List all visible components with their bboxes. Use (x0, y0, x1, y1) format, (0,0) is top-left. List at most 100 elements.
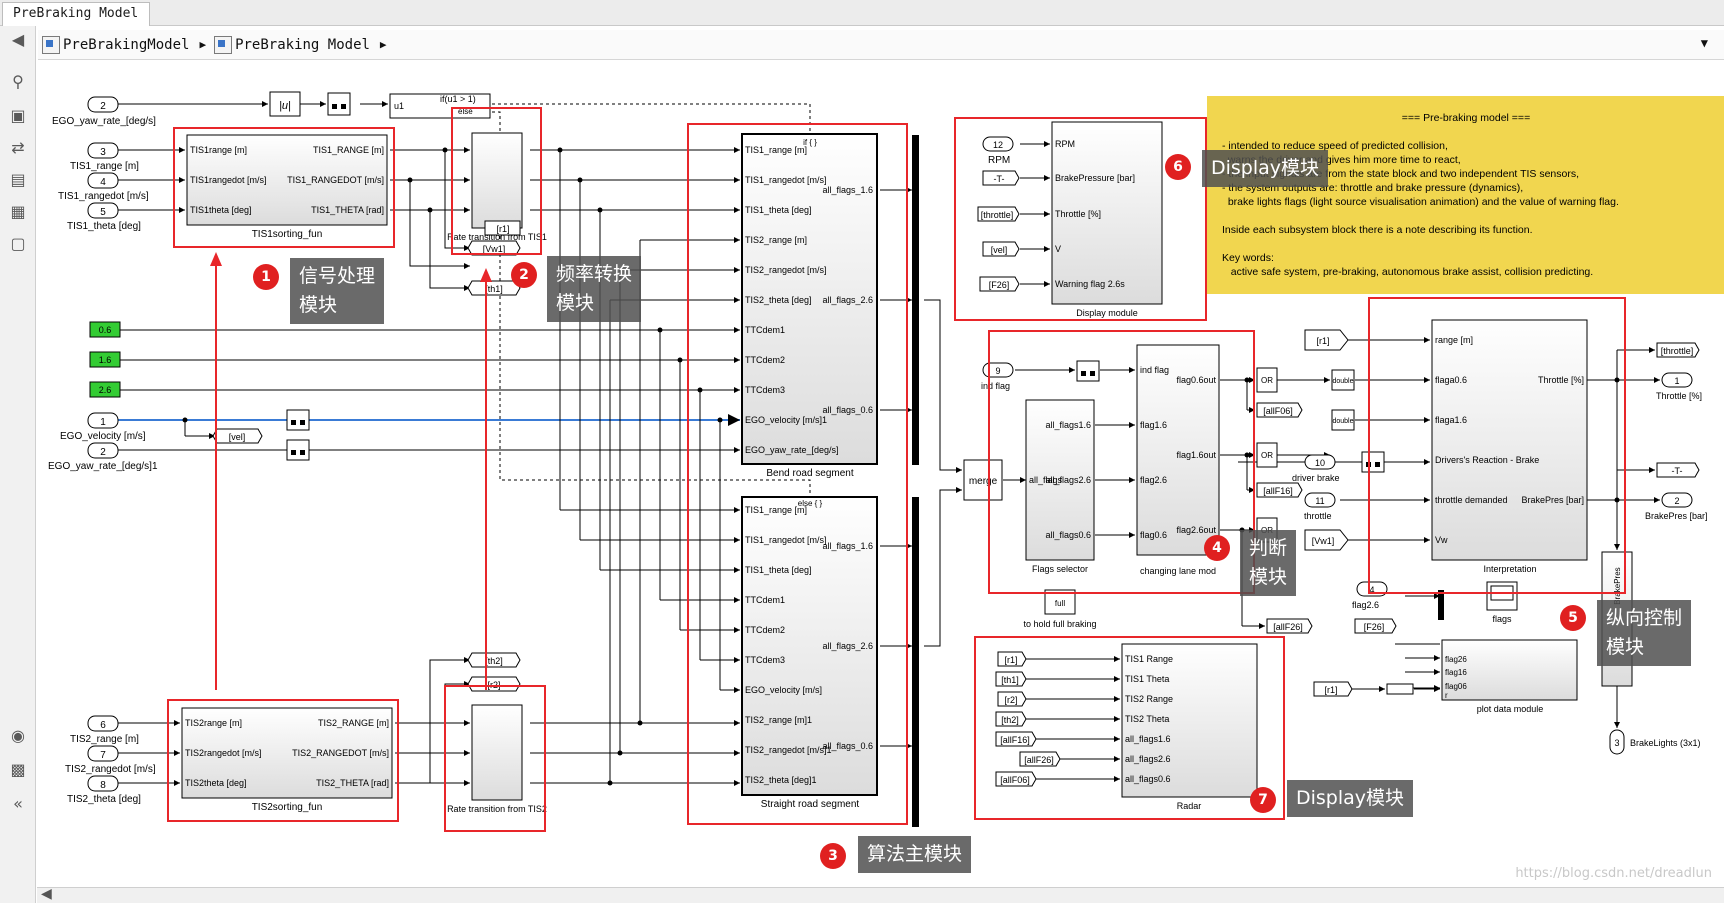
constant-1-6[interactable]: 1.6 (89, 351, 121, 368)
from-vw1[interactable]: [Vw1] (1304, 529, 1349, 551)
annotation-display-bottom: Display模块 (1287, 780, 1414, 817)
svg-text:[F26]: [F26] (1364, 622, 1385, 632)
goto-th1[interactable]: [th1] (467, 280, 521, 296)
inport-driver-brake[interactable]: 10 driver brake (1292, 454, 1340, 483)
area-icon[interactable]: ▢ (8, 234, 28, 254)
goto-t-out[interactable]: -T- (1656, 462, 1700, 478)
collapse-icon[interactable]: « (8, 794, 28, 814)
goto-allf26[interactable]: [allF26] (1266, 618, 1313, 634)
svg-text:[th2]: [th2] (485, 656, 503, 666)
goto-allf16[interactable]: [allF16] (1256, 482, 1303, 498)
svg-text:[throttle]: [throttle] (1661, 346, 1694, 356)
svg-text:TIS2_theta [deg]: TIS2_theta [deg] (67, 794, 141, 805)
goto-th2[interactable]: [th2] (467, 652, 521, 668)
chevron-right-icon: ▶ (199, 38, 207, 51)
outport-throttle[interactable]: 1 Throttle [%] (1656, 372, 1702, 401)
inport-ego-yaw-2[interactable]: 2 EGO_yaw_rate_[deg/s]1 (48, 442, 158, 472)
plot-data-module[interactable]: flag26 flag16 flag06 r plot data module (1441, 639, 1578, 714)
outport-brakepres[interactable]: 2 BrakePres [bar] (1645, 492, 1708, 521)
left-toolbar: ◀ ⚲ ▣ ⇄ ▤ ▦ ▢ ◉ ▩ « (0, 26, 36, 903)
chevron-right-icon: ▶ (379, 38, 387, 51)
annotation-icon[interactable]: ▤ (8, 170, 28, 190)
svg-text:Inside each subsystem block th: Inside each subsystem block there is a n… (1222, 224, 1533, 236)
inport-tis1-rangedot[interactable]: 4 TIS1_rangedot [m/s] (58, 172, 149, 202)
breadcrumb: PreBrakingModel ▶ PreBraking Model ▶ ▼ (38, 30, 1724, 60)
inport-tis2-theta[interactable]: 8 TIS2_theta [deg] (67, 775, 141, 805)
back-arrow-icon[interactable]: ◀ (8, 30, 28, 50)
annotation-algorithm: 算法主模块 (858, 836, 972, 873)
chevron-left-icon[interactable]: ◀ (41, 886, 52, 902)
bus-bar-bend (912, 135, 919, 465)
inport-ego-yaw-1[interactable]: 2 EGO_yaw_rate_[deg/s] (52, 96, 156, 127)
svg-text:flag2.6: flag2.6 (1352, 600, 1379, 610)
rate-icon-vel[interactable] (286, 409, 310, 431)
zoom-icon[interactable]: ⚲ (8, 72, 28, 92)
from-r1-plot[interactable]: [r1] (1313, 681, 1353, 697)
camera-icon[interactable]: ◉ (8, 726, 28, 746)
inport-ego-velocity[interactable]: 1 EGO_velocity [m/s] (60, 412, 146, 442)
svg-text:to hold full braking: to hold full braking (1023, 619, 1096, 629)
svg-text:=== Pre-braking model ===: === Pre-braking model === (1402, 112, 1530, 124)
rate-icon-small[interactable] (327, 92, 351, 116)
goto-allf06[interactable]: [allF06] (1256, 402, 1303, 418)
svg-text:flag26: flag26 (1445, 655, 1467, 664)
breadcrumb-item-model[interactable]: PreBraking Model (214, 35, 370, 54)
badge-2: 2 (511, 262, 537, 288)
svg-text:1: 1 (100, 417, 106, 428)
svg-text:[vel]: [vel] (229, 432, 246, 442)
svg-text:Throttle [%]: Throttle [%] (1656, 391, 1702, 401)
breadcrumb-item-root[interactable]: PreBrakingModel (42, 35, 190, 54)
annotation-rate-conversion: 频率转换 模块 (547, 256, 642, 322)
highlight-algorithm (687, 123, 908, 825)
goto-f26[interactable]: [F26] (1354, 618, 1397, 634)
svg-text:-T-: -T- (1672, 466, 1683, 476)
inport-tis2-rangedot[interactable]: 7 TIS2_rangedot [m/s] (65, 745, 156, 775)
outport-brakelights[interactable]: 3 BrakeLights (3x1) (1609, 729, 1701, 755)
image-icon[interactable]: ▦ (8, 202, 28, 222)
double-block-1[interactable]: double (1331, 369, 1355, 391)
fit-view-icon[interactable]: ▣ (8, 106, 28, 126)
or-block-1[interactable]: OR (1256, 367, 1278, 393)
svg-text:Key words:: Key words: (1222, 252, 1274, 264)
abs-block[interactable]: |u| (269, 91, 301, 117)
horizontal-scrollbar[interactable]: ◀ (37, 886, 1724, 903)
note-prebraking[interactable]: === Pre-braking model === - intended to … (1207, 96, 1724, 294)
rate-icon-yaw[interactable] (286, 439, 310, 461)
bus-bar-straight (912, 497, 919, 827)
svg-text:BrakeLights (3x1): BrakeLights (3x1) (1630, 738, 1701, 748)
svg-text:2: 2 (100, 101, 106, 112)
svg-text:2: 2 (100, 447, 106, 458)
inport-tis1-range[interactable]: 3 TIS1_range [m] (70, 142, 139, 172)
chevron-down-icon[interactable]: ▼ (1701, 36, 1708, 50)
highlight-signal-processing-2 (167, 699, 399, 822)
svg-text:3: 3 (1614, 738, 1619, 748)
goto-throttle-out[interactable]: [throttle] (1656, 342, 1700, 358)
badge-1: 1 (253, 264, 279, 290)
model-tab[interactable]: PreBraking Model (2, 2, 150, 26)
inport-tis1-theta[interactable]: 5 TIS1_theta [deg] (67, 202, 141, 232)
inport-throttle[interactable]: 11 throttle (1304, 492, 1336, 521)
tab-bar: PreBraking Model (0, 0, 1724, 26)
arrow-right-icon[interactable]: ⇄ (8, 138, 28, 158)
constant-2-6[interactable]: 2.6 (89, 381, 121, 398)
svg-text:TIS2_rangedot [m/s]: TIS2_rangedot [m/s] (65, 764, 156, 775)
bus-bar-flags (1438, 590, 1444, 620)
full-braking-block[interactable]: full to hold full braking (1023, 589, 1097, 629)
badge-7: 7 (1250, 787, 1276, 813)
gain-block-plot[interactable] (1386, 683, 1414, 695)
or-block-2[interactable]: OR (1256, 442, 1278, 468)
svg-text:[allF06]: [allF06] (1263, 406, 1293, 416)
svg-text:OR: OR (1261, 451, 1273, 460)
goto-vel[interactable]: [vel] (212, 428, 263, 444)
breadcrumb-label: PreBrakingModel (63, 36, 190, 53)
model-icon (42, 35, 60, 54)
double-block-2[interactable]: double (1331, 409, 1355, 431)
explorer-icon[interactable]: ▩ (8, 760, 28, 780)
annotation-judgement: 判断 模块 (1240, 530, 1297, 596)
constant-0-6[interactable]: 0.6 (89, 321, 121, 338)
highlight-longitudinal (1368, 297, 1626, 594)
svg-text:[Vw1]: [Vw1] (1312, 536, 1335, 546)
inport-tis2-range[interactable]: 6 TIS2_range [m] (70, 715, 139, 745)
svg-text:[r1]: [r1] (1316, 336, 1329, 346)
from-r1-top[interactable]: [r1] (1304, 329, 1349, 351)
